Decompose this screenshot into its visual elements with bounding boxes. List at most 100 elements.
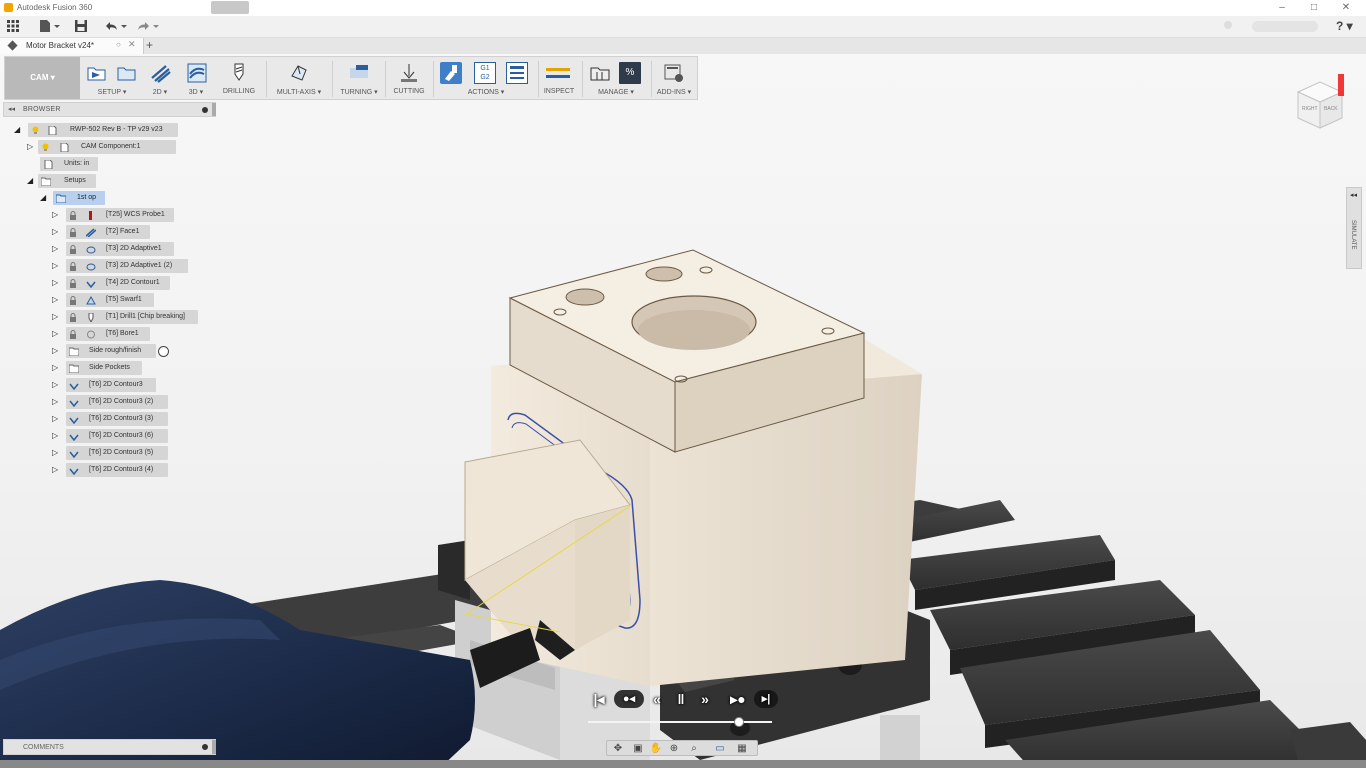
expand-arrow-icon[interactable]: ▷ xyxy=(52,329,58,338)
grid-icon[interactable]: ▦ xyxy=(735,742,749,755)
tree-node-selected[interactable]: 1st op xyxy=(53,191,105,205)
expand-arrow-icon[interactable]: ▷ xyxy=(52,431,58,440)
browser-item-1st-op[interactable]: ◢ 1st op xyxy=(40,191,110,205)
user-account-pill[interactable] xyxy=(1252,21,1318,32)
setup-folder-icon[interactable] xyxy=(86,62,108,84)
tree-node[interactable]: [T6] 2D Contour3 (5) xyxy=(66,446,168,460)
cutting-group[interactable]: CUTTING xyxy=(389,57,429,99)
comments-pin-icon[interactable] xyxy=(202,744,208,750)
browser-item-operation[interactable]: ▷ [T6] 2D Contour3 xyxy=(52,378,172,392)
redo-icon[interactable] xyxy=(134,19,160,35)
browser-item-units[interactable]: Units: in xyxy=(40,157,100,171)
expand-arrow-icon[interactable]: ▷ xyxy=(52,465,58,474)
new-tab-button[interactable]: + xyxy=(146,38,153,52)
go-to-start-button[interactable]: |◂ xyxy=(590,690,608,708)
post-process-icon[interactable]: G1 G2 xyxy=(474,62,496,84)
tree-node[interactable]: Setups xyxy=(38,174,96,188)
browser-item-folder[interactable]: ▷ Side rough/finish xyxy=(52,344,182,358)
simulation-timeline[interactable] xyxy=(588,717,772,727)
browser-item-operation[interactable]: ▷ [T6] 2D Contour3 (3) xyxy=(52,412,182,426)
inspect-group[interactable]: INSPECT xyxy=(541,57,577,99)
minimize-button[interactable]: – xyxy=(1272,1,1292,15)
expand-arrow-icon[interactable]: ▷ xyxy=(52,346,58,355)
undo-icon[interactable] xyxy=(102,19,128,35)
tree-node[interactable]: [T5] Swarf1 xyxy=(66,293,154,307)
tree-node[interactable]: [T6] 2D Contour3 xyxy=(66,378,156,392)
actions-group[interactable]: G1 G2 ACTIONS ▾ xyxy=(438,57,534,99)
expand-arrow-icon[interactable]: ▷ xyxy=(52,244,58,253)
file-menu-icon[interactable] xyxy=(38,19,62,35)
3d-group[interactable]: 3D ▾ xyxy=(182,57,210,99)
tool-library-icon[interactable] xyxy=(589,62,611,84)
add-ins-icon[interactable] xyxy=(663,62,685,84)
lock-icon[interactable] xyxy=(69,296,78,305)
lock-icon[interactable] xyxy=(69,211,78,220)
setup-sheet-icon[interactable] xyxy=(506,62,528,84)
browser-resize-handle[interactable] xyxy=(212,103,216,116)
drilling-group[interactable]: DRILLING xyxy=(219,57,259,99)
multi-axis-icon[interactable] xyxy=(288,62,310,84)
go-to-end-button[interactable]: ▸| xyxy=(754,690,778,708)
2d-group[interactable]: 2D ▾ xyxy=(146,57,174,99)
timeline-thumb[interactable] xyxy=(733,717,744,727)
expand-arrow-icon[interactable]: ▷ xyxy=(52,227,58,236)
browser-item-operation[interactable]: ▷ [T4] 2D Contour1 xyxy=(52,276,182,290)
browser-item-operation[interactable]: ▷ [T1] Drill1 [Chip breaking] xyxy=(52,310,202,324)
browser-collapse-icon[interactable]: ◂◂ xyxy=(8,105,15,113)
help-icon[interactable]: ? ▾ xyxy=(1336,19,1358,35)
next-operation-button[interactable]: ▸● xyxy=(726,690,750,708)
simulate-icon[interactable] xyxy=(440,62,462,84)
browser-item-operation[interactable]: ▷ [T6] 2D Contour3 (6) xyxy=(52,429,182,443)
tree-node[interactable]: Units: in xyxy=(40,157,98,171)
lightbulb-icon[interactable] xyxy=(41,143,50,151)
browser-item-operation[interactable]: ▷ [T6] Bore1 xyxy=(52,327,172,341)
tree-node[interactable]: [T6] Bore1 xyxy=(66,327,150,341)
drilling-icon[interactable] xyxy=(228,62,250,84)
tree-node[interactable]: [T6] 2D Contour3 (2) xyxy=(66,395,168,409)
document-tab[interactable]: Motor Bracket v24* ○ ✕ xyxy=(0,38,144,54)
expand-arrow-icon[interactable]: ▷ xyxy=(52,414,58,423)
tree-node[interactable]: [T4] 2D Contour1 xyxy=(66,276,170,290)
lock-icon[interactable] xyxy=(69,245,78,254)
zoom-window-icon[interactable]: ⌕ xyxy=(687,742,701,755)
tree-node[interactable]: [T2] Face1 xyxy=(66,225,150,239)
tree-node[interactable]: Side rough/finish xyxy=(66,344,156,358)
look-at-icon[interactable]: ▣ xyxy=(631,742,645,755)
browser-pin-icon[interactable] xyxy=(202,107,208,113)
tab-close-icon[interactable]: ✕ xyxy=(128,39,136,50)
browser-item-operation[interactable]: ▷ [T3] 2D Adaptive1 (2) xyxy=(52,259,192,273)
turning-group[interactable]: TURNING ▾ xyxy=(337,57,381,99)
step-forward-button[interactable]: » xyxy=(696,690,714,708)
browser-item-root[interactable]: ◢ RWP-502 Rev B - TP v29 v23 xyxy=(14,123,184,137)
browser-item-operation[interactable]: ▷ [T6] 2D Contour3 (5) xyxy=(52,446,182,460)
tree-node[interactable]: [T1] Drill1 [Chip breaking] xyxy=(66,310,198,324)
tree-node[interactable]: [T3] 2D Adaptive1 xyxy=(66,242,174,256)
browser-item-operation[interactable]: ▷ [T5] Swarf1 xyxy=(52,293,182,307)
manage-group[interactable]: % MANAGE ▾ xyxy=(585,57,647,99)
view-cube[interactable]: RIGHT BACK xyxy=(1292,74,1348,134)
browser-item-folder[interactable]: ▷ Side Pockets xyxy=(52,361,172,375)
template-library-icon[interactable]: % xyxy=(619,62,641,84)
previous-operation-button[interactable]: ●◂ xyxy=(614,690,644,708)
browser-item-operation[interactable]: ▷ [T3] 2D Adaptive1 xyxy=(52,242,182,256)
browser-item-component[interactable]: ▷ CAM Component:1 xyxy=(27,140,187,154)
save-icon[interactable] xyxy=(74,19,90,35)
browser-item-setups[interactable]: ◢ Setups xyxy=(27,174,107,188)
orbit-icon[interactable]: ✥ xyxy=(611,742,625,755)
step-back-button[interactable]: « xyxy=(648,690,666,708)
tree-node[interactable]: RWP-502 Rev B - TP v29 v23 xyxy=(28,123,178,137)
setup-open-icon[interactable] xyxy=(116,62,138,84)
cutting-icon[interactable] xyxy=(398,62,420,84)
app-grid-icon[interactable] xyxy=(6,19,22,35)
expand-arrow-icon[interactable]: ▷ xyxy=(52,210,58,219)
tree-node[interactable]: CAM Component:1 xyxy=(38,140,176,154)
expand-arrow-icon[interactable]: ◢ xyxy=(14,125,20,134)
expand-arrow-icon[interactable]: ▷ xyxy=(52,312,58,321)
comments-panel[interactable]: COMMENTS xyxy=(3,739,216,755)
expand-arrow-icon[interactable]: ▷ xyxy=(52,448,58,457)
maximize-button[interactable]: □ xyxy=(1304,1,1324,15)
expand-arrow-icon[interactable]: ▷ xyxy=(52,397,58,406)
measure-icon[interactable] xyxy=(545,62,570,84)
tree-node[interactable]: [T25] WCS Probe1 xyxy=(66,208,174,222)
3d-viewport[interactable] xyxy=(0,54,1366,768)
